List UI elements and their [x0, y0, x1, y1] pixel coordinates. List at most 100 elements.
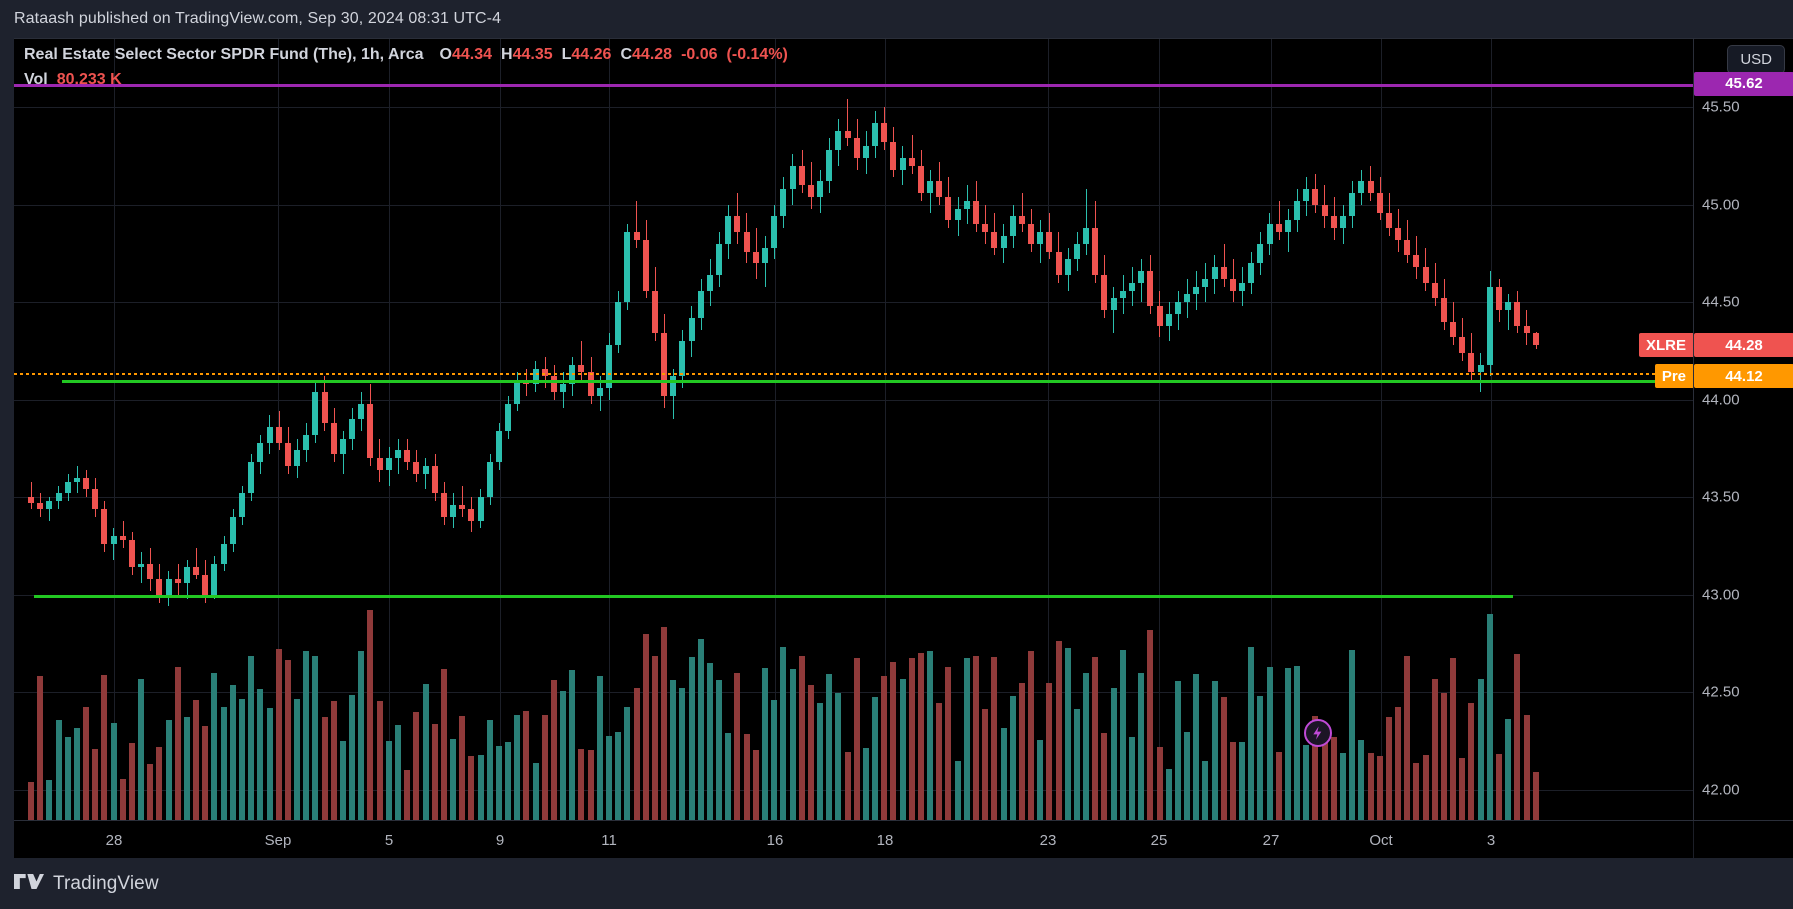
volume-bar — [1074, 708, 1080, 821]
vertical-gridline — [114, 39, 115, 821]
volume-bar — [377, 701, 383, 821]
low-value: 44.26 — [571, 46, 612, 63]
time-scale[interactable]: 28 Sep 5 9 11 16 18 23 25 27 Oct 3 — [14, 820, 1793, 858]
candle-body — [487, 462, 493, 498]
last-price-badge[interactable]: 44.28 — [1694, 333, 1793, 358]
candle-body — [37, 503, 43, 509]
time-tick-label: 23 — [1039, 832, 1057, 849]
volume-bar — [1514, 653, 1520, 821]
volume-bar — [808, 685, 814, 821]
last-price-badge-tag[interactable]: XLRE — [1638, 333, 1693, 358]
volume-bar — [835, 693, 841, 821]
premarket-price-badge-tag[interactable]: Pre — [1654, 364, 1693, 389]
volume-bar — [1101, 732, 1107, 821]
volume-bar — [817, 702, 823, 821]
volume-bar — [1386, 716, 1392, 821]
volume-bar — [46, 779, 52, 821]
volume-bar — [1322, 737, 1328, 821]
horizontal-gridline — [14, 400, 1693, 401]
candle-body — [56, 493, 62, 502]
candle-body — [1533, 333, 1539, 346]
volume-bar — [211, 673, 217, 821]
volume-bar — [331, 701, 337, 821]
horizontal-gridline — [14, 107, 1693, 108]
volume-bar — [1129, 736, 1135, 821]
volume-legend: Vol 80.233 K — [24, 71, 788, 89]
tradingview-chart-screenshot: Rataash published on TradingView.com, Se… — [0, 0, 1793, 909]
volume-bar — [982, 709, 988, 821]
candle-body — [689, 317, 695, 342]
volume-bar — [92, 749, 98, 821]
premarket-price-line[interactable] — [14, 373, 1693, 376]
candle-body — [1129, 282, 1135, 291]
volume-bar — [1138, 673, 1144, 821]
volume-bar — [872, 696, 878, 821]
volume-bar — [936, 703, 942, 821]
candle-body — [1212, 267, 1218, 279]
volume-bar — [569, 669, 575, 821]
volume-bar — [468, 756, 474, 821]
volume-bar — [358, 651, 364, 821]
candle-body — [643, 239, 649, 291]
candle-body — [964, 200, 970, 209]
candle-body — [1037, 232, 1043, 244]
volume-bar — [551, 680, 557, 821]
volume-bar — [202, 725, 208, 821]
volume-bar — [413, 712, 419, 821]
candle-body — [762, 247, 768, 264]
volume-bar — [1368, 753, 1374, 821]
volume-bar — [248, 656, 254, 821]
candle-body — [624, 232, 630, 303]
volume-bar — [1478, 679, 1484, 821]
candle-body — [1010, 216, 1016, 236]
candle-body — [303, 434, 309, 451]
volume-bar — [964, 658, 970, 821]
time-tick-label: 5 — [384, 832, 394, 849]
volume-bar — [1046, 683, 1052, 821]
volume-bar — [74, 727, 80, 821]
volume-bar — [716, 680, 722, 821]
lightning-bolt-icon[interactable] — [1304, 719, 1332, 747]
candle-body — [991, 232, 997, 248]
volume-bar — [643, 633, 649, 821]
currency-button[interactable]: USD — [1727, 45, 1785, 74]
volume-label: Vol — [24, 71, 48, 88]
support-line[interactable] — [62, 380, 1693, 384]
resistance-level-badge[interactable]: 45.62 — [1694, 71, 1793, 96]
candle-body — [615, 302, 621, 346]
horizontal-gridline — [14, 497, 1693, 498]
candle-body — [936, 181, 942, 197]
volume-bar — [37, 675, 43, 821]
candle-body — [147, 563, 153, 580]
candle-body — [808, 185, 814, 197]
price-scale[interactable]: USD 45.50 45.00 44.50 44.00 43.50 43.00 42.50 4… — [1638, 39, 1793, 821]
candle-body — [404, 450, 410, 463]
candle-body — [92, 489, 98, 509]
volume-bar — [1010, 695, 1016, 821]
candle-body — [588, 372, 594, 396]
symbol-title[interactable]: Real Estate Select Sector SPDR Fund (The… — [24, 46, 424, 64]
volume-bar — [83, 707, 89, 821]
premarket-price-badge[interactable]: 44.12 — [1694, 364, 1793, 389]
volume-bar — [973, 655, 979, 821]
footer: TradingView — [0, 858, 1793, 909]
price-and-volume-pane[interactable] — [14, 39, 1693, 821]
volume-bar — [881, 676, 887, 821]
price-tick-label: 42.00 — [1702, 781, 1740, 799]
volume-bar — [349, 695, 355, 821]
support-line[interactable] — [34, 594, 1513, 598]
volume-bar — [156, 746, 162, 821]
volume-bar — [854, 657, 860, 821]
candle-body — [248, 462, 254, 494]
volume-bar — [221, 706, 227, 821]
volume-bar — [652, 655, 658, 821]
price-tick-label: 45.50 — [1702, 98, 1740, 116]
volume-bar — [1423, 754, 1429, 821]
volume-bar — [927, 651, 933, 821]
volume-bar — [28, 782, 34, 821]
volume-bar — [432, 723, 438, 821]
candle-body — [1432, 282, 1438, 299]
candle-body — [340, 438, 346, 455]
candle-body — [634, 232, 640, 240]
volume-bar — [1221, 696, 1227, 821]
